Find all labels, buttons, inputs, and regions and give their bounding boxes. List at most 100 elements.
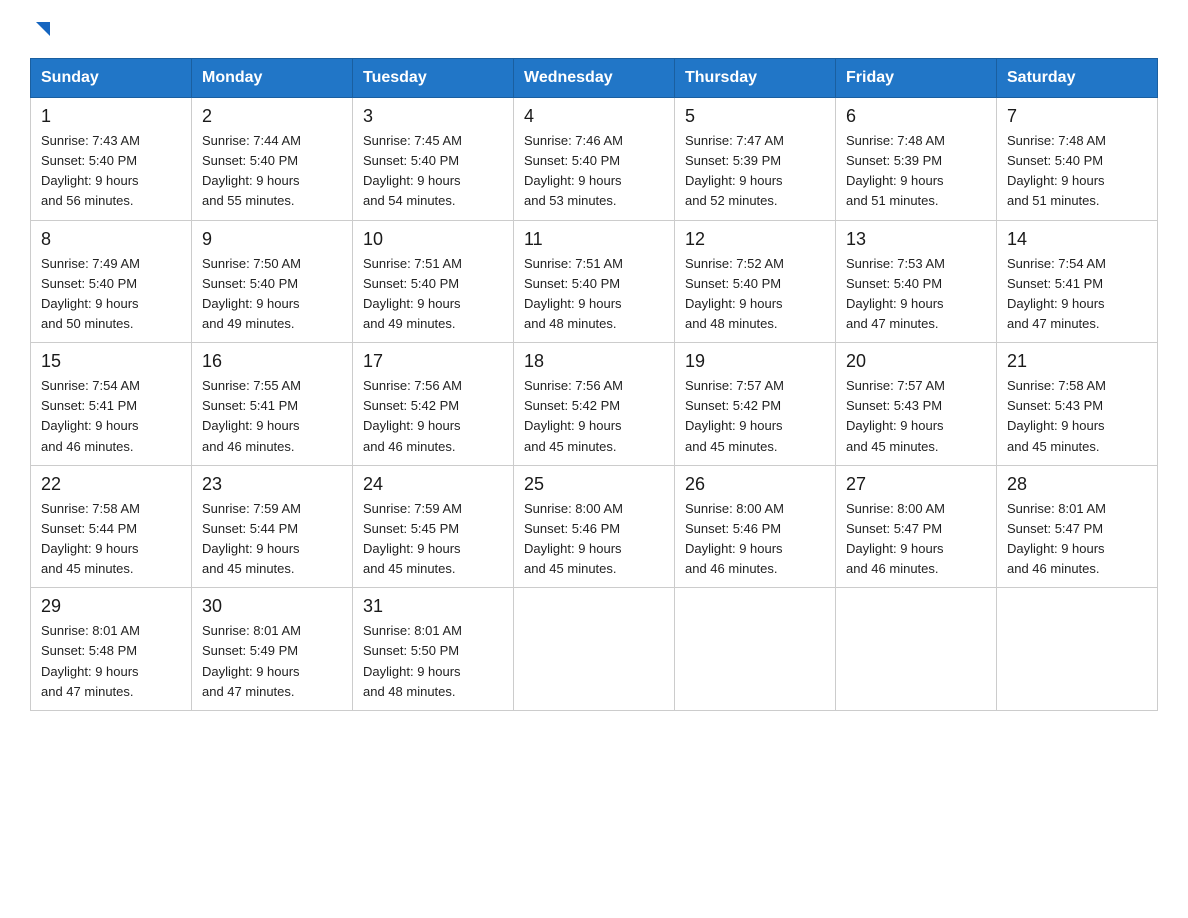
calendar-cell: 13 Sunrise: 7:53 AMSunset: 5:40 PMDaylig… [836, 220, 997, 343]
day-info: Sunrise: 7:59 AMSunset: 5:45 PMDaylight:… [363, 499, 503, 580]
day-number: 1 [41, 106, 181, 127]
day-number: 22 [41, 474, 181, 495]
day-number: 30 [202, 596, 342, 617]
weekday-header-row: SundayMondayTuesdayWednesdayThursdayFrid… [31, 59, 1158, 98]
day-info: Sunrise: 7:56 AMSunset: 5:42 PMDaylight:… [524, 376, 664, 457]
day-info: Sunrise: 7:53 AMSunset: 5:40 PMDaylight:… [846, 254, 986, 335]
day-info: Sunrise: 7:57 AMSunset: 5:42 PMDaylight:… [685, 376, 825, 457]
day-info: Sunrise: 7:48 AMSunset: 5:39 PMDaylight:… [846, 131, 986, 212]
day-number: 11 [524, 229, 664, 250]
calendar-table: SundayMondayTuesdayWednesdayThursdayFrid… [30, 58, 1158, 711]
day-info: Sunrise: 7:43 AMSunset: 5:40 PMDaylight:… [41, 131, 181, 212]
day-info: Sunrise: 7:51 AMSunset: 5:40 PMDaylight:… [363, 254, 503, 335]
calendar-cell [836, 588, 997, 711]
day-number: 27 [846, 474, 986, 495]
weekday-header-friday: Friday [836, 59, 997, 98]
calendar-cell: 9 Sunrise: 7:50 AMSunset: 5:40 PMDayligh… [192, 220, 353, 343]
day-info: Sunrise: 7:56 AMSunset: 5:42 PMDaylight:… [363, 376, 503, 457]
calendar-cell: 10 Sunrise: 7:51 AMSunset: 5:40 PMDaylig… [353, 220, 514, 343]
day-info: Sunrise: 7:48 AMSunset: 5:40 PMDaylight:… [1007, 131, 1147, 212]
calendar-cell: 28 Sunrise: 8:01 AMSunset: 5:47 PMDaylig… [997, 465, 1158, 588]
week-row-2: 8 Sunrise: 7:49 AMSunset: 5:40 PMDayligh… [31, 220, 1158, 343]
calendar-cell: 3 Sunrise: 7:45 AMSunset: 5:40 PMDayligh… [353, 98, 514, 221]
day-number: 25 [524, 474, 664, 495]
calendar-cell: 8 Sunrise: 7:49 AMSunset: 5:40 PMDayligh… [31, 220, 192, 343]
day-number: 18 [524, 351, 664, 372]
day-info: Sunrise: 7:55 AMSunset: 5:41 PMDaylight:… [202, 376, 342, 457]
day-info: Sunrise: 7:58 AMSunset: 5:44 PMDaylight:… [41, 499, 181, 580]
calendar-cell: 6 Sunrise: 7:48 AMSunset: 5:39 PMDayligh… [836, 98, 997, 221]
week-row-4: 22 Sunrise: 7:58 AMSunset: 5:44 PMDaylig… [31, 465, 1158, 588]
week-row-5: 29 Sunrise: 8:01 AMSunset: 5:48 PMDaylig… [31, 588, 1158, 711]
day-number: 7 [1007, 106, 1147, 127]
day-info: Sunrise: 8:01 AMSunset: 5:50 PMDaylight:… [363, 621, 503, 702]
day-number: 10 [363, 229, 503, 250]
day-number: 12 [685, 229, 825, 250]
weekday-header-saturday: Saturday [997, 59, 1158, 98]
calendar-cell [675, 588, 836, 711]
calendar-cell: 17 Sunrise: 7:56 AMSunset: 5:42 PMDaylig… [353, 343, 514, 466]
day-number: 4 [524, 106, 664, 127]
day-info: Sunrise: 7:59 AMSunset: 5:44 PMDaylight:… [202, 499, 342, 580]
day-number: 6 [846, 106, 986, 127]
calendar-cell: 22 Sunrise: 7:58 AMSunset: 5:44 PMDaylig… [31, 465, 192, 588]
day-info: Sunrise: 8:01 AMSunset: 5:47 PMDaylight:… [1007, 499, 1147, 580]
day-number: 5 [685, 106, 825, 127]
day-number: 13 [846, 229, 986, 250]
calendar-cell: 1 Sunrise: 7:43 AMSunset: 5:40 PMDayligh… [31, 98, 192, 221]
day-number: 23 [202, 474, 342, 495]
day-info: Sunrise: 7:54 AMSunset: 5:41 PMDaylight:… [41, 376, 181, 457]
weekday-header-thursday: Thursday [675, 59, 836, 98]
day-info: Sunrise: 8:00 AMSunset: 5:46 PMDaylight:… [524, 499, 664, 580]
calendar-cell: 29 Sunrise: 8:01 AMSunset: 5:48 PMDaylig… [31, 588, 192, 711]
calendar-cell: 5 Sunrise: 7:47 AMSunset: 5:39 PMDayligh… [675, 98, 836, 221]
day-info: Sunrise: 7:46 AMSunset: 5:40 PMDaylight:… [524, 131, 664, 212]
day-number: 15 [41, 351, 181, 372]
calendar-cell [514, 588, 675, 711]
day-info: Sunrise: 7:58 AMSunset: 5:43 PMDaylight:… [1007, 376, 1147, 457]
page-header [30, 20, 1158, 40]
week-row-1: 1 Sunrise: 7:43 AMSunset: 5:40 PMDayligh… [31, 98, 1158, 221]
day-info: Sunrise: 7:51 AMSunset: 5:40 PMDaylight:… [524, 254, 664, 335]
day-number: 26 [685, 474, 825, 495]
day-number: 21 [1007, 351, 1147, 372]
calendar-cell: 7 Sunrise: 7:48 AMSunset: 5:40 PMDayligh… [997, 98, 1158, 221]
day-info: Sunrise: 7:50 AMSunset: 5:40 PMDaylight:… [202, 254, 342, 335]
day-number: 16 [202, 351, 342, 372]
calendar-cell: 4 Sunrise: 7:46 AMSunset: 5:40 PMDayligh… [514, 98, 675, 221]
calendar-cell: 20 Sunrise: 7:57 AMSunset: 5:43 PMDaylig… [836, 343, 997, 466]
weekday-header-monday: Monday [192, 59, 353, 98]
calendar-cell: 14 Sunrise: 7:54 AMSunset: 5:41 PMDaylig… [997, 220, 1158, 343]
calendar-cell: 16 Sunrise: 7:55 AMSunset: 5:41 PMDaylig… [192, 343, 353, 466]
calendar-cell: 24 Sunrise: 7:59 AMSunset: 5:45 PMDaylig… [353, 465, 514, 588]
weekday-header-wednesday: Wednesday [514, 59, 675, 98]
weekday-header-sunday: Sunday [31, 59, 192, 98]
day-info: Sunrise: 7:52 AMSunset: 5:40 PMDaylight:… [685, 254, 825, 335]
calendar-cell: 19 Sunrise: 7:57 AMSunset: 5:42 PMDaylig… [675, 343, 836, 466]
day-info: Sunrise: 7:57 AMSunset: 5:43 PMDaylight:… [846, 376, 986, 457]
day-number: 31 [363, 596, 503, 617]
calendar-cell: 26 Sunrise: 8:00 AMSunset: 5:46 PMDaylig… [675, 465, 836, 588]
day-number: 8 [41, 229, 181, 250]
calendar-cell: 21 Sunrise: 7:58 AMSunset: 5:43 PMDaylig… [997, 343, 1158, 466]
day-info: Sunrise: 8:01 AMSunset: 5:49 PMDaylight:… [202, 621, 342, 702]
day-info: Sunrise: 8:00 AMSunset: 5:47 PMDaylight:… [846, 499, 986, 580]
day-info: Sunrise: 8:01 AMSunset: 5:48 PMDaylight:… [41, 621, 181, 702]
day-number: 20 [846, 351, 986, 372]
calendar-cell: 15 Sunrise: 7:54 AMSunset: 5:41 PMDaylig… [31, 343, 192, 466]
calendar-cell: 23 Sunrise: 7:59 AMSunset: 5:44 PMDaylig… [192, 465, 353, 588]
day-number: 24 [363, 474, 503, 495]
day-info: Sunrise: 7:45 AMSunset: 5:40 PMDaylight:… [363, 131, 503, 212]
logo [30, 20, 54, 40]
day-number: 29 [41, 596, 181, 617]
day-number: 19 [685, 351, 825, 372]
day-number: 14 [1007, 229, 1147, 250]
day-number: 3 [363, 106, 503, 127]
calendar-cell: 11 Sunrise: 7:51 AMSunset: 5:40 PMDaylig… [514, 220, 675, 343]
calendar-cell: 18 Sunrise: 7:56 AMSunset: 5:42 PMDaylig… [514, 343, 675, 466]
day-number: 17 [363, 351, 503, 372]
calendar-cell: 31 Sunrise: 8:01 AMSunset: 5:50 PMDaylig… [353, 588, 514, 711]
calendar-cell: 27 Sunrise: 8:00 AMSunset: 5:47 PMDaylig… [836, 465, 997, 588]
calendar-cell: 2 Sunrise: 7:44 AMSunset: 5:40 PMDayligh… [192, 98, 353, 221]
day-info: Sunrise: 7:49 AMSunset: 5:40 PMDaylight:… [41, 254, 181, 335]
